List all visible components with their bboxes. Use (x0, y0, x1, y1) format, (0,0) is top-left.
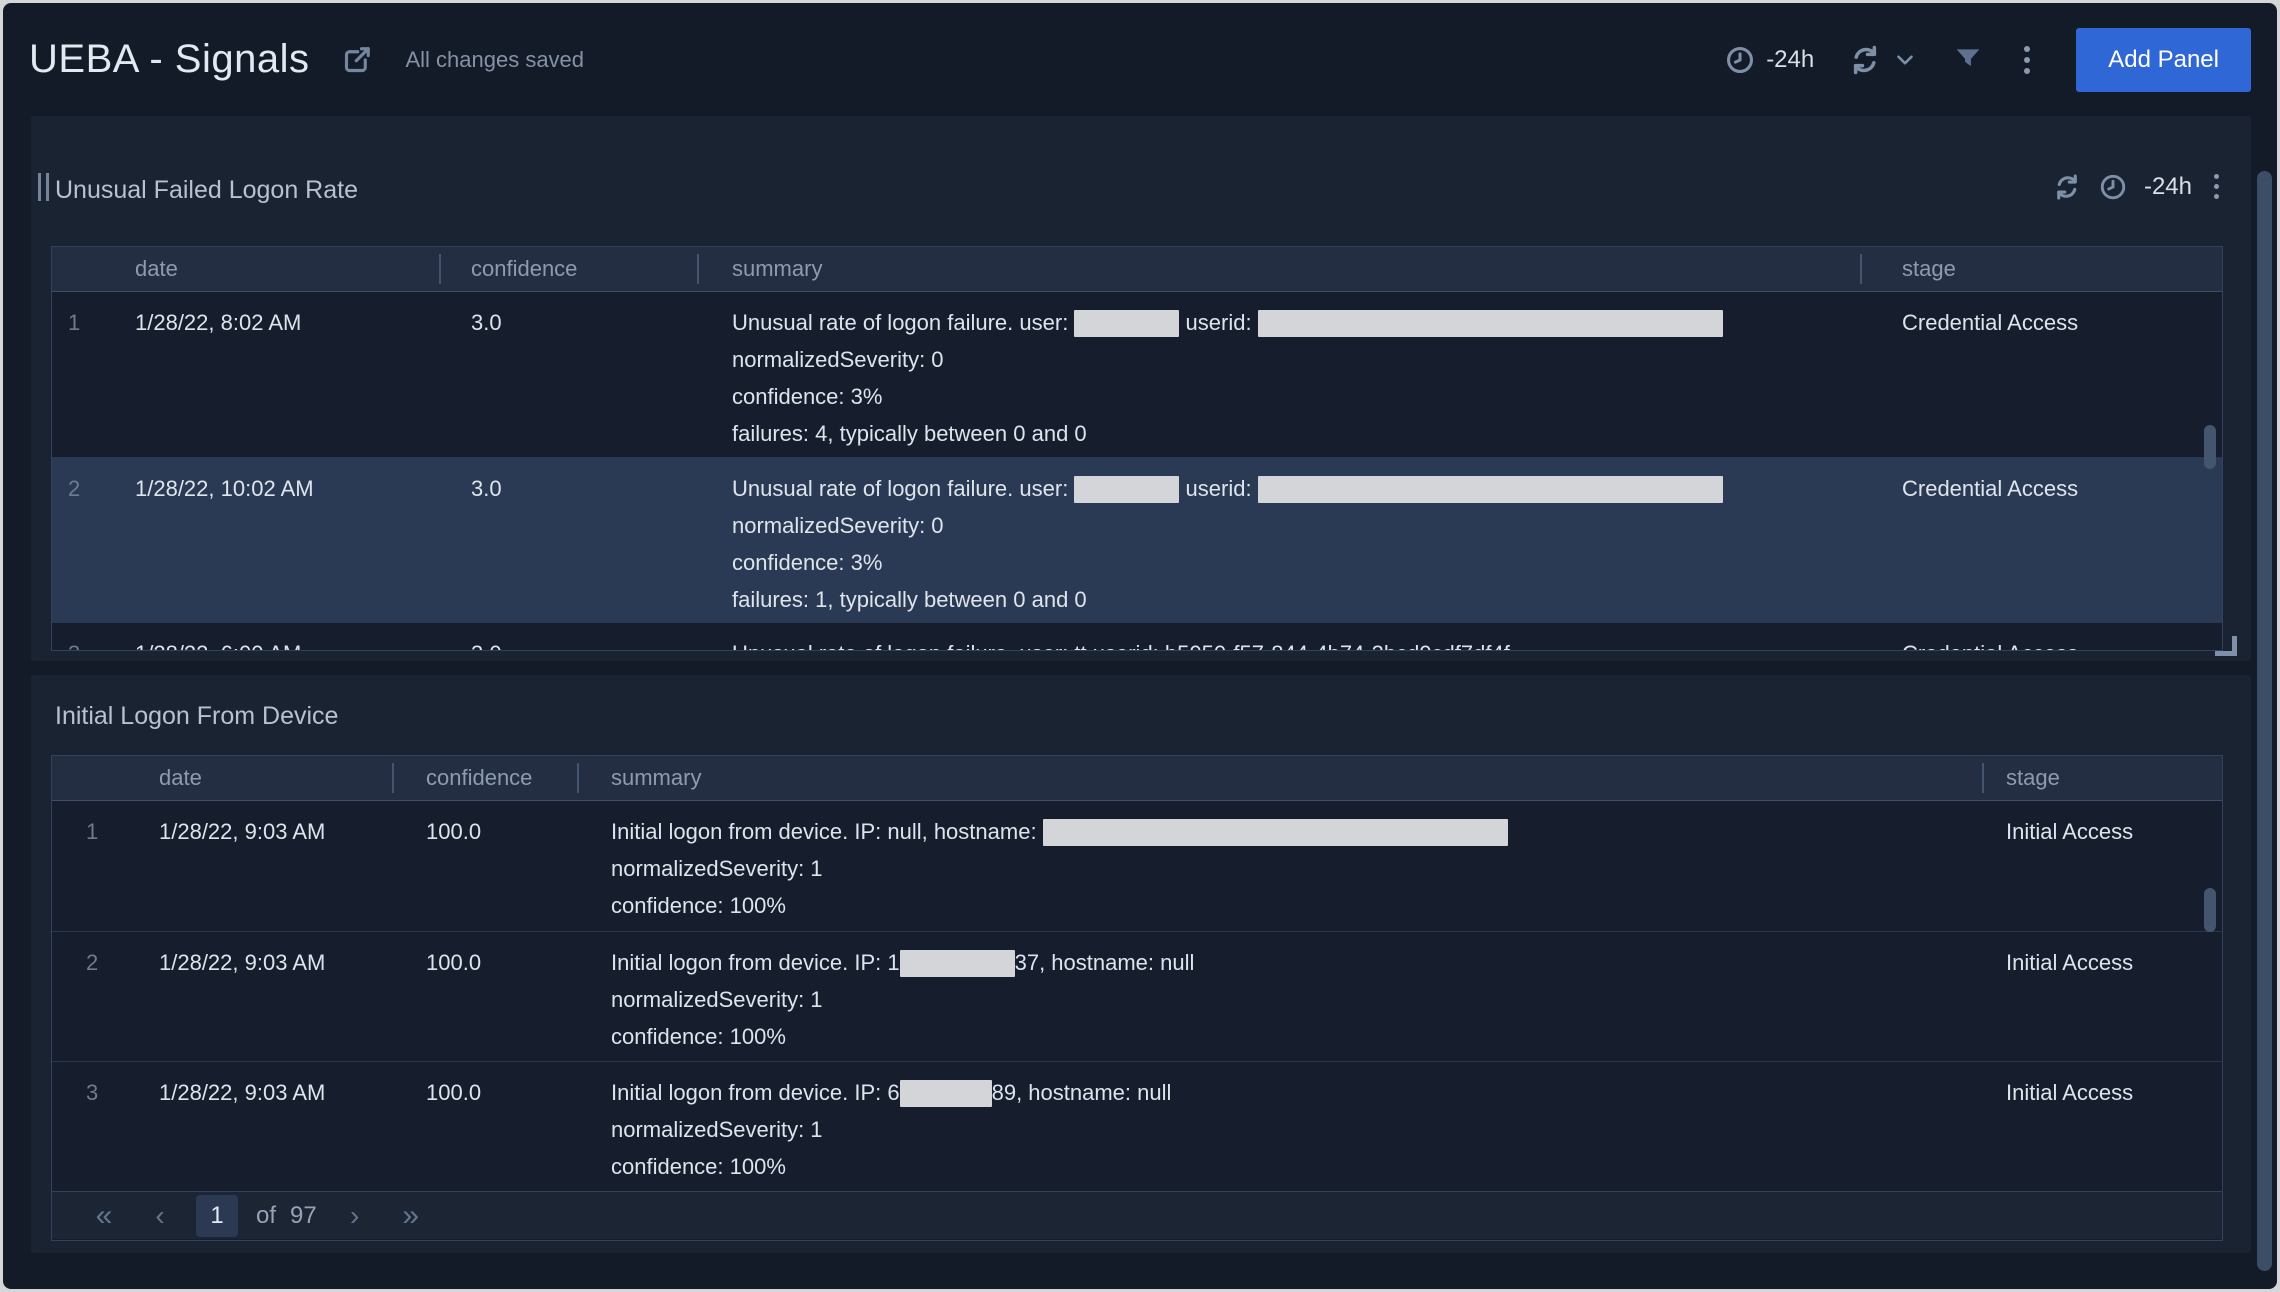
cell-conf: 100.0 (392, 801, 577, 931)
page-title: UEBA - Signals (29, 37, 309, 82)
signals-table: dateconfidencesummarystage 11/28/22, 8:0… (51, 246, 2223, 651)
total-pages: 97 (290, 1202, 317, 1230)
cell-conf: 3.0 (439, 458, 697, 622)
table-header-row: dateconfidencesummarystage (52, 247, 2222, 292)
panel-time-range-label: -24h (2144, 173, 2192, 201)
cell-stage: Credential Access (1860, 292, 2222, 457)
column-header-summary[interactable]: summary (577, 756, 1982, 800)
panel-title: Initial Logon From Device (55, 702, 338, 731)
signals-table: dateconfidencesummarystage 11/28/22, 9:0… (51, 755, 2223, 1241)
cell-date: 1/28/22, 9:03 AM (122, 932, 392, 1061)
cell-conf: 3.0 (439, 623, 697, 651)
refresh-control[interactable] (1848, 43, 1918, 77)
redacted-text (1258, 476, 1723, 503)
cell-summary: Unusual rate of logon failure. user: use… (697, 458, 1860, 622)
redacted-text (900, 1080, 992, 1107)
column-header-stage[interactable]: stage (1982, 756, 2222, 800)
cell-date: 1/28/22, 10:02 AM (132, 458, 439, 622)
column-header-confidence[interactable]: confidence (439, 247, 697, 291)
cell-conf: 100.0 (392, 1062, 577, 1191)
table-row[interactable]: 21/28/22, 9:03 AM100.0Initial logon from… (52, 931, 2222, 1061)
column-header-date[interactable]: date (122, 756, 392, 800)
time-range-selector[interactable]: -24h (1724, 44, 1814, 76)
panel-kebab-menu-icon[interactable] (2208, 170, 2225, 203)
cell-stage: Credential Access (1860, 458, 2222, 622)
redacted-text (1043, 819, 1508, 846)
current-page[interactable]: 1 (196, 1195, 238, 1237)
column-header-stage[interactable]: stage (1860, 247, 2222, 291)
panel-drag-handle[interactable] (38, 173, 49, 201)
clock-icon (1724, 44, 1756, 76)
table-row[interactable]: 31/28/22, 6:00 AM3.0Unusual rate of logo… (52, 622, 2222, 651)
previous-page-button[interactable]: ‹ (132, 1192, 188, 1240)
cell-stage: Initial Access (1982, 1062, 2222, 1191)
page-scrollbar[interactable] (2257, 171, 2272, 1271)
panel-resize-handle[interactable] (2215, 636, 2237, 656)
cell-conf: 3.0 (439, 292, 697, 457)
add-panel-button[interactable]: Add Panel (2076, 28, 2251, 92)
last-page-button[interactable]: » (383, 1192, 439, 1240)
redacted-text (1258, 310, 1723, 337)
first-page-button[interactable]: « (76, 1192, 132, 1240)
pagination: « ‹ 1 of 97 › » (52, 1191, 2222, 1239)
cell-num: 2 (52, 458, 132, 622)
cell-date: 1/28/22, 9:03 AM (122, 801, 392, 931)
table-row[interactable]: 31/28/22, 9:03 AM100.0Initial logon from… (52, 1061, 2222, 1191)
cell-stage: Initial Access (1982, 801, 2222, 931)
screen: UEBA - Signals All changes saved -24h (0, 0, 2280, 1292)
column-header-confidence[interactable]: confidence (392, 756, 577, 800)
cell-summary: Initial logon from device. IP: 137, host… (577, 932, 1982, 1061)
refresh-icon[interactable] (2052, 172, 2082, 202)
table-header-row: dateconfidencesummarystage (52, 756, 2222, 801)
column-header-index (52, 756, 122, 800)
clock-icon[interactable] (2098, 172, 2128, 202)
chevron-down-icon (1892, 47, 1918, 73)
cell-num: 3 (52, 623, 132, 651)
redacted-text (900, 950, 1015, 977)
panel-title: Unusual Failed Logon Rate (55, 176, 358, 205)
cell-summary: Initial logon from device. IP: null, hos… (577, 801, 1982, 931)
column-header-date[interactable]: date (132, 247, 439, 291)
refresh-icon (1848, 43, 1882, 77)
table-row[interactable]: 11/28/22, 9:03 AM100.0Initial logon from… (52, 801, 2222, 931)
cell-num: 1 (52, 292, 132, 457)
redacted-text (1074, 310, 1179, 337)
save-status: All changes saved (405, 47, 584, 73)
page-of-label: of (256, 1202, 276, 1230)
dashboard-app: UEBA - Signals All changes saved -24h (3, 3, 2277, 1289)
cell-num: 2 (52, 932, 122, 1061)
table-body: 11/28/22, 8:02 AM3.0Unusual rate of logo… (52, 292, 2222, 651)
kebab-menu-icon[interactable] (2018, 42, 2036, 78)
dashboard-toolbar: -24h (1724, 28, 2251, 92)
share-icon[interactable] (339, 42, 375, 78)
dashboard-header: UEBA - Signals All changes saved -24h (3, 3, 2277, 116)
next-page-button[interactable]: › (327, 1192, 383, 1240)
table-scrollbar-thumb[interactable] (2204, 425, 2216, 469)
column-header-summary[interactable]: summary (697, 247, 1860, 291)
panel-initial-logon-from-device: Initial Logon From Device dateconfidence… (31, 675, 2251, 1253)
cell-summary: Unusual rate of logon failure. user: use… (697, 292, 1860, 457)
column-header-index (52, 247, 132, 291)
cell-summary: Unusual rate of logon failure. user: tt … (697, 623, 1860, 651)
cell-date: 1/28/22, 8:02 AM (132, 292, 439, 457)
time-range-label: -24h (1766, 46, 1814, 74)
cell-num: 1 (52, 801, 122, 931)
table-body: 11/28/22, 9:03 AM100.0Initial logon from… (52, 801, 2222, 1191)
cell-stage: Initial Access (1982, 932, 2222, 1061)
table-row[interactable]: 21/28/22, 10:02 AM3.0Unusual rate of log… (52, 457, 2222, 622)
cell-summary: Initial logon from device. IP: 689, host… (577, 1062, 1982, 1191)
panel-unusual-failed-logon-rate: Unusual Failed Logon Rate -24h dateconfi… (31, 116, 2251, 661)
redacted-text (1074, 476, 1179, 503)
cell-conf: 100.0 (392, 932, 577, 1061)
table-row[interactable]: 11/28/22, 8:02 AM3.0Unusual rate of logo… (52, 292, 2222, 457)
cell-num: 3 (52, 1062, 122, 1191)
panel-toolbar: -24h (2052, 170, 2225, 203)
table-scrollbar-thumb[interactable] (2204, 888, 2216, 932)
cell-date: 1/28/22, 9:03 AM (122, 1062, 392, 1191)
filter-icon[interactable] (1952, 44, 1984, 76)
cell-date: 1/28/22, 6:00 AM (132, 623, 439, 651)
cell-stage: Credential Access (1860, 623, 2222, 651)
